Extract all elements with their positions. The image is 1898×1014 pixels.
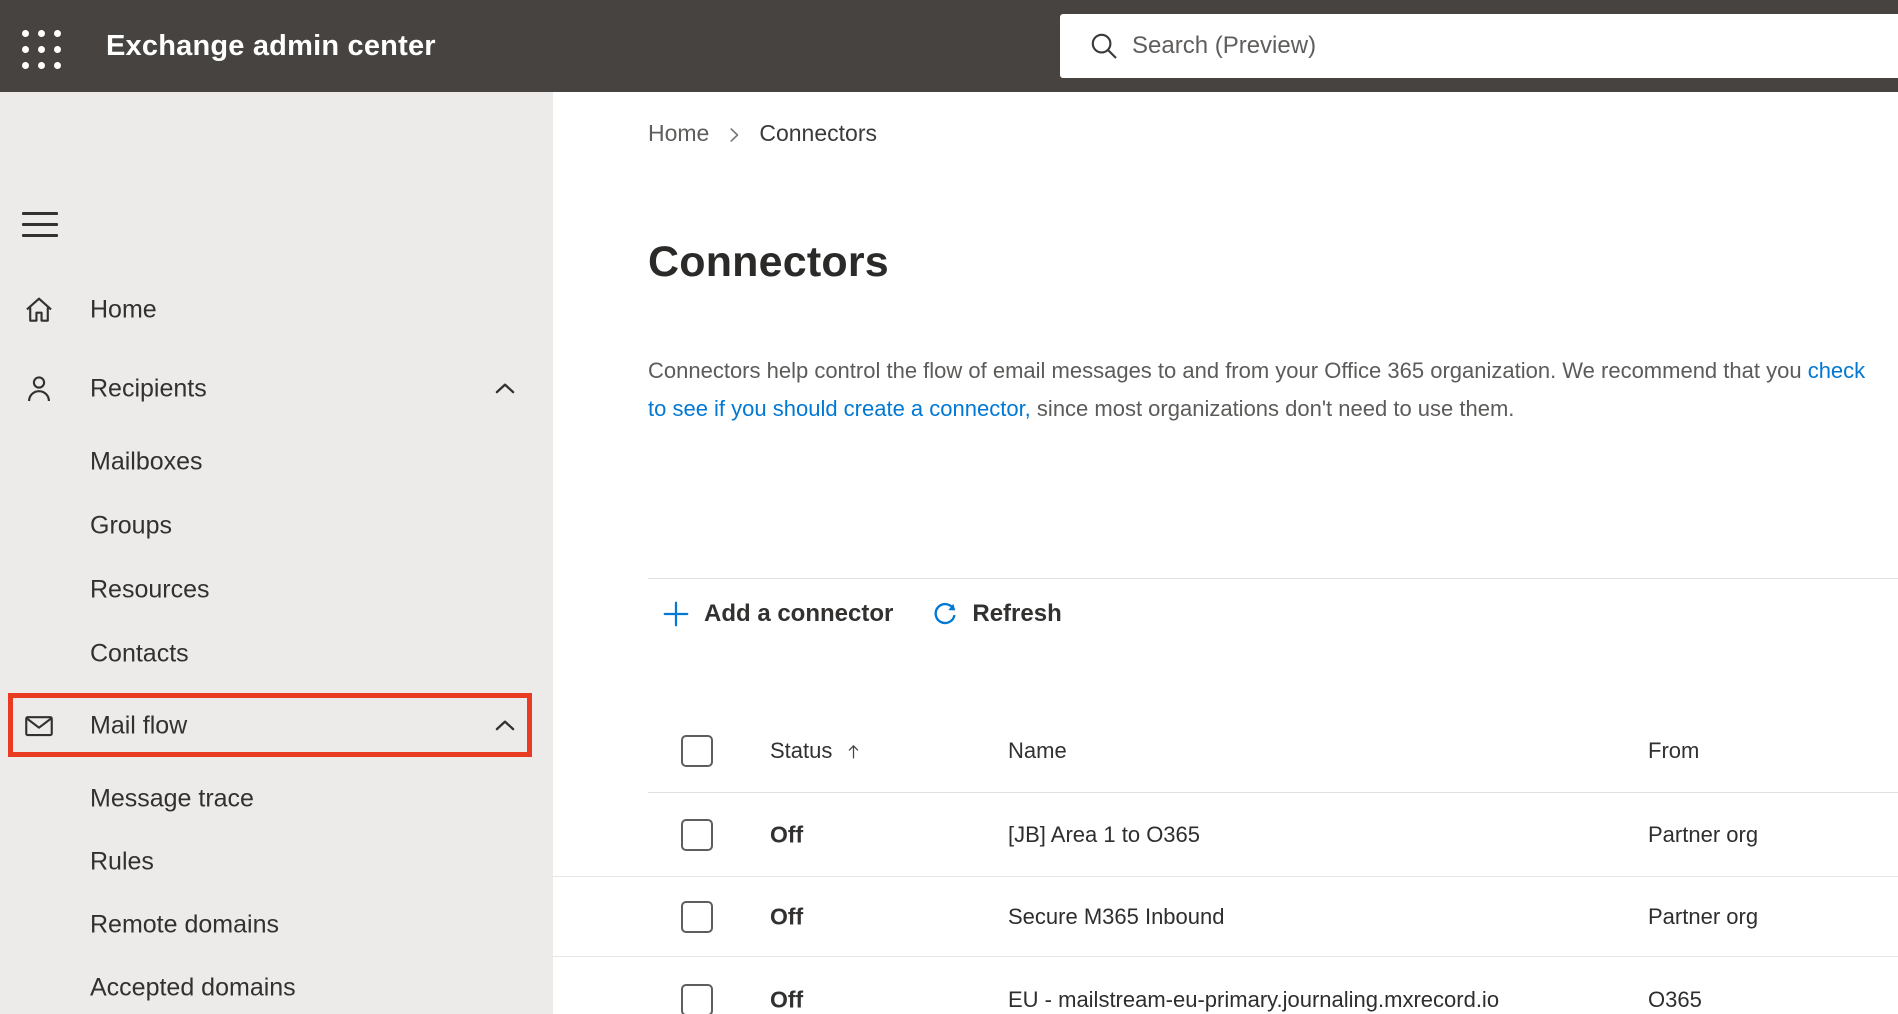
sidebar-item-accepted-domains[interactable]: Accepted domains bbox=[0, 958, 553, 1014]
sidebar-item-home[interactable]: Home bbox=[0, 280, 553, 340]
sidebar-item-mail-flow[interactable]: Mail flow bbox=[0, 696, 553, 756]
column-header-status[interactable]: Status bbox=[770, 738, 863, 764]
sidebar-item-resources[interactable]: Resources bbox=[0, 560, 553, 620]
table-row[interactable]: Off [JB] Area 1 to O365 Partner org bbox=[553, 793, 1898, 877]
sidebar-item-rules[interactable]: Rules bbox=[0, 832, 553, 892]
top-bar: Exchange admin center bbox=[0, 0, 1898, 92]
hamburger-icon bbox=[22, 212, 58, 215]
row-status: Off bbox=[770, 986, 804, 1012]
sidebar-item-remote-domains[interactable]: Remote domains bbox=[0, 895, 553, 955]
refresh-icon bbox=[934, 602, 956, 625]
row-from: O365 bbox=[1648, 986, 1702, 1012]
row-name[interactable]: Secure M365 Inbound bbox=[1008, 904, 1225, 930]
app-launcher-button[interactable] bbox=[12, 21, 64, 73]
sidebar-item-mailboxes[interactable]: Mailboxes bbox=[0, 432, 553, 492]
add-connector-button[interactable]: Add a connector bbox=[661, 599, 893, 629]
select-all-checkbox[interactable] bbox=[681, 735, 713, 767]
sidebar-item-label: Contacts bbox=[90, 639, 189, 668]
row-checkbox[interactable] bbox=[681, 818, 713, 851]
row-status: Off bbox=[770, 903, 804, 929]
sidebar-item-label: Accepted domains bbox=[90, 973, 296, 1002]
row-name[interactable]: [JB] Area 1 to O365 bbox=[1008, 822, 1200, 848]
hamburger-menu-button[interactable] bbox=[16, 200, 66, 250]
breadcrumb-current: Connectors bbox=[759, 120, 877, 146]
sidebar-item-label: Recipients bbox=[90, 374, 207, 403]
row-from: Partner org bbox=[1648, 821, 1759, 847]
description-text: since most organizations don't need to u… bbox=[1030, 396, 1515, 421]
sidebar-item-label: Remote domains bbox=[90, 910, 279, 939]
description-text: Connectors help control the flow of emai… bbox=[648, 358, 1808, 383]
waffle-icon bbox=[22, 30, 61, 69]
sidebar-item-label: Mail flow bbox=[90, 711, 188, 740]
refresh-button[interactable]: Refresh bbox=[931, 600, 1062, 628]
sidebar-item-contacts[interactable]: Contacts bbox=[0, 624, 553, 684]
home-icon bbox=[22, 293, 56, 327]
sidebar-nav: Home Recipients Mailboxes Groups Resourc… bbox=[0, 92, 553, 1014]
search-box[interactable] bbox=[1060, 14, 1898, 78]
column-header-from[interactable]: From bbox=[1648, 738, 1699, 764]
sidebar-item-recipients[interactable]: Recipients bbox=[0, 359, 553, 419]
sidebar-item-label: Groups bbox=[90, 511, 172, 540]
sidebar-item-label: Rules bbox=[90, 847, 154, 876]
row-from: Partner org bbox=[1648, 903, 1759, 929]
breadcrumb: Home Connectors bbox=[648, 120, 877, 147]
app-title: Exchange admin center bbox=[106, 30, 436, 62]
chevron-up-icon[interactable] bbox=[490, 711, 520, 741]
search-input[interactable] bbox=[1132, 14, 1898, 78]
column-header-name[interactable]: Name bbox=[1008, 738, 1067, 764]
sidebar-item-label: Home bbox=[90, 295, 157, 324]
row-checkbox[interactable] bbox=[681, 900, 713, 933]
table-row[interactable]: Off Secure M365 Inbound Partner org bbox=[553, 877, 1898, 957]
command-bar: Add a connector Refresh bbox=[661, 584, 1062, 644]
sidebar-item-label: Message trace bbox=[90, 784, 254, 813]
sidebar-item-label: Resources bbox=[90, 575, 210, 604]
sort-ascending-icon bbox=[849, 744, 859, 758]
chevron-up-icon[interactable] bbox=[490, 374, 520, 404]
table-row[interactable]: Off EU - mailstream-eu-primary.journalin… bbox=[553, 957, 1898, 1014]
row-name[interactable]: EU - mailstream-eu-primary.journaling.mx… bbox=[1008, 987, 1499, 1013]
row-status: Off bbox=[770, 821, 804, 847]
person-icon bbox=[22, 372, 56, 406]
search-icon bbox=[1091, 33, 1117, 59]
page-title: Connectors bbox=[648, 238, 889, 286]
sidebar-item-message-trace[interactable]: Message trace bbox=[0, 769, 553, 829]
toolbar-divider bbox=[648, 578, 1898, 579]
sidebar-item-groups[interactable]: Groups bbox=[0, 496, 553, 556]
sidebar-item-label: Mailboxes bbox=[90, 447, 203, 476]
exchange-admin-center-window: Exchange admin center Home bbox=[0, 0, 1898, 1014]
main-content: Home Connectors Connectors Connectors he… bbox=[553, 92, 1898, 1014]
row-checkbox[interactable] bbox=[681, 983, 713, 1014]
plus-icon bbox=[663, 601, 689, 627]
breadcrumb-home-link[interactable]: Home bbox=[648, 120, 709, 147]
breadcrumb-chevron-icon bbox=[730, 127, 739, 142]
page-description: Connectors help control the flow of emai… bbox=[648, 352, 1876, 428]
mail-icon bbox=[22, 709, 56, 743]
